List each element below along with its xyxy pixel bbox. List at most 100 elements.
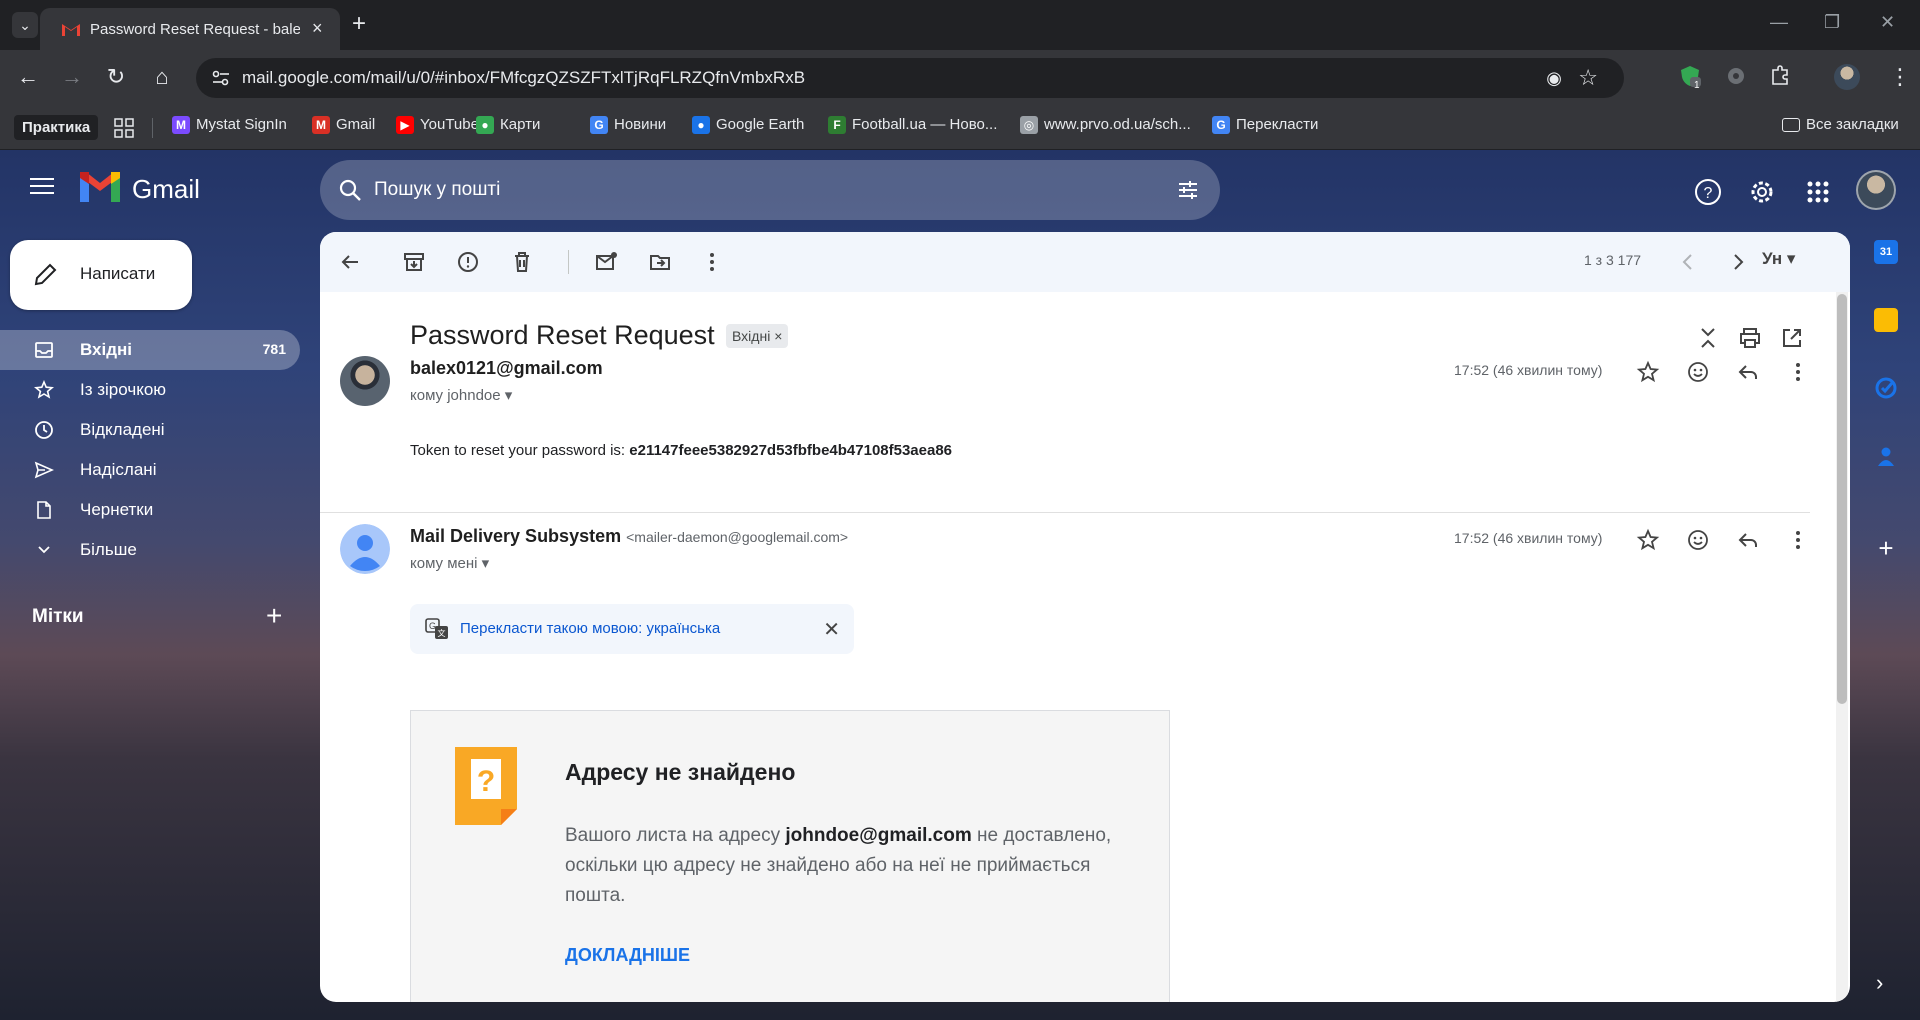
sender-name[interactable]: Mail Delivery Subsystem <mailer-daemon@g…: [410, 526, 848, 547]
mark-unread-icon[interactable]: [594, 250, 618, 274]
inbox-label-chip[interactable]: Вхідні ×: [726, 324, 789, 348]
add-label-button[interactable]: +: [266, 600, 282, 632]
star-icon[interactable]: [1636, 528, 1660, 552]
emoji-reaction-icon[interactable]: [1686, 360, 1710, 384]
home-icon[interactable]: ⌂: [148, 64, 176, 90]
tasks-icon[interactable]: [1874, 376, 1898, 400]
tab-search-button[interactable]: ⌄: [12, 12, 38, 38]
eye-icon[interactable]: ◉: [1546, 68, 1562, 89]
bookmark-star-icon[interactable]: ☆: [1578, 65, 1598, 91]
message-body: Token to reset your password is: e21147f…: [410, 442, 953, 459]
clock-icon: [35, 421, 53, 439]
emoji-reaction-icon[interactable]: [1686, 528, 1710, 552]
recipients-dropdown[interactable]: кому johndoe ▾: [410, 386, 512, 404]
translate-link[interactable]: Перекласти такою мовою: українська: [460, 620, 720, 637]
browser-tab-active[interactable]: Password Reset Request - balex ×: [40, 8, 340, 50]
search-options-icon[interactable]: [1176, 178, 1200, 202]
show-side-panel-icon[interactable]: ›: [1876, 970, 1883, 996]
svg-text:?: ?: [1704, 185, 1713, 202]
bookmark-item[interactable]: M Gmail: [312, 116, 375, 135]
nav-item[interactable]: Вхідні 781: [0, 330, 300, 370]
sender-name[interactable]: balex0121@gmail.com: [410, 358, 603, 379]
restore-window-icon[interactable]: ❐: [1824, 12, 1840, 33]
settings-gear-icon[interactable]: [1748, 178, 1776, 206]
browser-menu-icon[interactable]: ⋮: [1886, 64, 1914, 90]
bookmark-item[interactable]: ● Google Earth: [692, 116, 805, 135]
scrollbar-thumb[interactable]: [1837, 294, 1847, 704]
bookmark-item[interactable]: ▶ YouTube: [396, 116, 479, 135]
puzzle-extensions-icon[interactable]: [1768, 64, 1792, 88]
close-window-icon[interactable]: ✕: [1880, 12, 1895, 33]
gmail-favicon-icon: [62, 24, 80, 36]
print-icon[interactable]: [1738, 326, 1762, 350]
mail-search-box[interactable]: Пошук у пошті: [320, 160, 1220, 220]
recipients-dropdown[interactable]: кому мені ▾: [410, 554, 489, 572]
star-icon[interactable]: [1636, 360, 1660, 384]
bookmark-favicon-icon: M: [312, 116, 330, 135]
bookmark-item[interactable]: ◎ www.prvo.od.ua/sch...: [1020, 116, 1191, 135]
gear-extension-icon[interactable]: [1724, 64, 1748, 88]
new-tab-button[interactable]: +: [352, 10, 366, 38]
close-tab-icon[interactable]: ×: [312, 18, 323, 39]
forward-arrow-icon[interactable]: →: [58, 64, 86, 90]
message-more-icon[interactable]: [1786, 360, 1810, 384]
pagination-text: 1 з 3 177: [1584, 252, 1642, 268]
bookmark-item[interactable]: F Football.ua — Ново...: [828, 116, 998, 135]
pencil-icon: [34, 263, 57, 286]
url-omnibox[interactable]: mail.google.com/mail/u/0/#inbox/FMfcgzQZ…: [196, 58, 1624, 98]
bookmark-item[interactable]: G Перекласти: [1212, 116, 1318, 135]
svg-text:?: ?: [477, 765, 495, 798]
back-arrow-icon[interactable]: ←: [14, 64, 42, 90]
close-translate-icon[interactable]: ✕: [823, 617, 840, 642]
main-menu-icon[interactable]: [30, 178, 54, 196]
nav-item[interactable]: Чернетки: [0, 490, 300, 530]
pane-scrollbar[interactable]: [1836, 292, 1848, 1002]
apps-grid-icon[interactable]: [114, 118, 134, 138]
older-chevron-left-icon[interactable]: [1676, 250, 1700, 274]
bookmark-label: Google Earth: [716, 116, 805, 133]
report-spam-icon[interactable]: [456, 250, 480, 274]
search-input[interactable]: Пошук у пошті: [374, 179, 500, 201]
contacts-icon[interactable]: [1874, 444, 1898, 468]
all-bookmarks-folder[interactable]: Все закладки: [1782, 116, 1899, 133]
nav-item[interactable]: Більше: [0, 530, 300, 570]
newer-chevron-right-icon[interactable]: [1726, 250, 1750, 274]
move-to-folder-icon[interactable]: [648, 250, 672, 274]
calendar-icon[interactable]: 31: [1874, 240, 1898, 264]
learn-more-link[interactable]: ДОКЛАДНІШЕ: [565, 945, 690, 966]
site-info-icon[interactable]: [210, 67, 232, 89]
keep-icon[interactable]: [1874, 308, 1898, 332]
help-icon[interactable]: ?: [1694, 178, 1722, 206]
sender-avatar[interactable]: [340, 356, 390, 406]
more-actions-icon[interactable]: [700, 250, 724, 274]
mail-nav-list: Вхідні 781 Із зірочкою Відкладені Надіслані Ч…: [0, 330, 300, 570]
bookmark-folder-practice[interactable]: Практика: [14, 115, 99, 140]
nav-item[interactable]: Відкладені: [0, 410, 300, 450]
profile-avatar[interactable]: [1834, 64, 1860, 90]
minimize-window-icon[interactable]: —: [1770, 12, 1788, 33]
google-apps-icon[interactable]: [1804, 178, 1832, 206]
nav-item-label: Надіслані: [80, 460, 157, 479]
bookmark-item[interactable]: ● Карти: [476, 116, 540, 135]
open-in-new-window-icon[interactable]: [1780, 326, 1804, 350]
reply-icon[interactable]: [1736, 360, 1760, 384]
archive-icon[interactable]: [402, 250, 426, 274]
nav-item[interactable]: Надіслані: [0, 450, 300, 490]
account-avatar[interactable]: [1856, 170, 1896, 210]
default-person-avatar-icon[interactable]: [340, 524, 390, 574]
bookmark-item[interactable]: M Mystat SignIn: [172, 116, 287, 135]
add-addon-icon[interactable]: +: [1874, 535, 1898, 561]
bookmark-item[interactable]: G Новини: [590, 116, 666, 135]
compose-button[interactable]: Написати: [10, 240, 192, 310]
input-language-selector[interactable]: Ун ▾: [1762, 249, 1795, 269]
back-to-inbox-icon[interactable]: [338, 250, 362, 274]
message-more-icon[interactable]: [1786, 528, 1810, 552]
delete-trash-icon[interactable]: [510, 250, 534, 274]
nav-item[interactable]: Із зірочкою: [0, 370, 300, 410]
reply-icon[interactable]: [1736, 528, 1760, 552]
collapse-all-icon[interactable]: [1696, 326, 1720, 350]
bookmark-label: Football.ua — Ново...: [852, 116, 998, 133]
message-timestamp: 17:52 (46 хвилин тому): [1454, 362, 1603, 378]
reload-icon[interactable]: ↻: [102, 64, 130, 90]
search-icon[interactable]: [338, 178, 362, 202]
